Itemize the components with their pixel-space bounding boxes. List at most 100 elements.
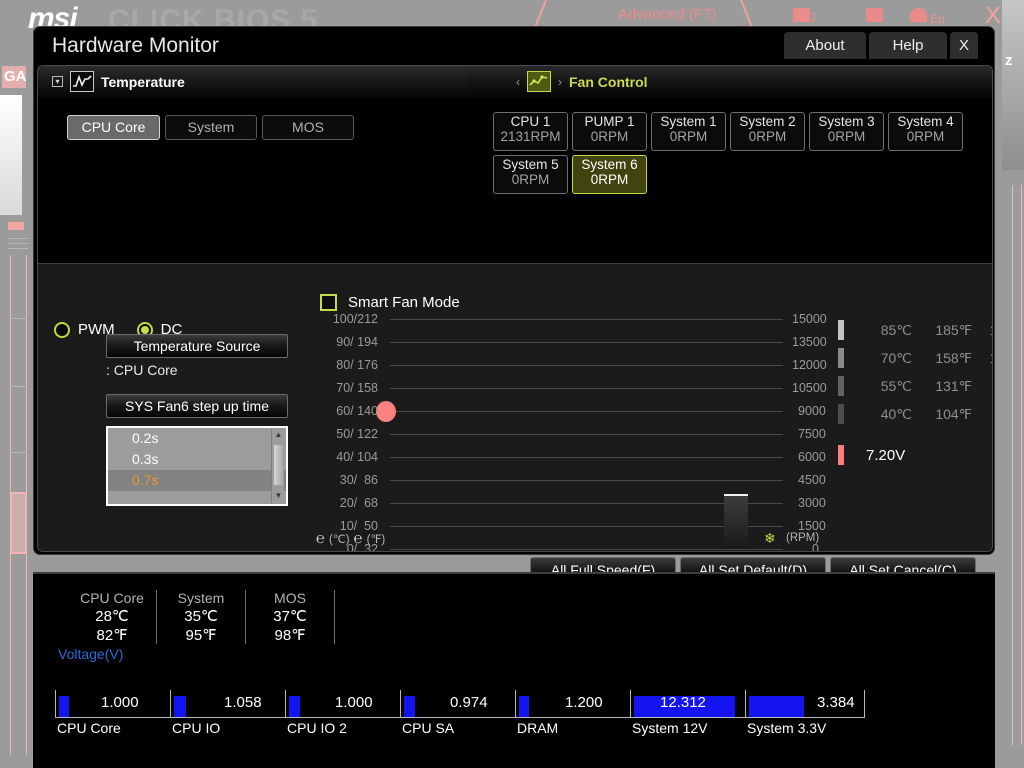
page-title: Hardware Monitor [52, 34, 219, 57]
temperature-source-button[interactable]: Temperature Source [106, 334, 288, 358]
voltage-bar [59, 696, 69, 717]
advanced-mode-label[interactable]: Advanced (F7) [618, 6, 716, 23]
help-button[interactable]: Help [869, 32, 947, 59]
fan-button-rpm: 0RPM [590, 129, 629, 144]
temp-readout-cpu-core: CPU Core 28℃ 82℉ [68, 590, 157, 644]
step-up-time-dropdown[interactable]: 0.2s 0.3s 0.7s ▲ ▼ [106, 426, 288, 506]
voltage-name: CPU Core [57, 720, 121, 736]
plot-area[interactable] [376, 319, 783, 551]
voltage-name: CPU IO 2 [287, 720, 347, 736]
legend-fahrenheit: 131℉ [935, 377, 972, 394]
dropdown-scrollbar[interactable]: ▲ ▼ [271, 429, 284, 503]
fan-button-system-5[interactable]: System 5 0RPM [493, 155, 568, 194]
legend-row: 70℃ 158℉ 10.80V [838, 344, 992, 372]
fan-curve-fill [724, 495, 748, 549]
legend-celsius: 85℃ [880, 321, 912, 338]
legend-voltage: 12.00V [972, 322, 992, 338]
fan-button-rpm: 2131RPM [500, 129, 561, 144]
thermometer-fahrenheit-icon: ℮ [353, 530, 363, 547]
temperature-axis-legend: ℮ (℃) ℮ (℉) [316, 530, 385, 547]
temp-readout-celsius: 35℃ [184, 608, 218, 625]
fan-button-pump-1[interactable]: PUMP 1 0RPM [572, 112, 647, 151]
collapse-icon[interactable]: ▾ [52, 76, 63, 87]
fan-button-system-3[interactable]: System 3 0RPM [809, 112, 884, 151]
legend-fahrenheit: 158℉ [935, 349, 972, 366]
voltage-name: CPU SA [402, 720, 455, 736]
fan-button-cpu-1[interactable]: CPU 1 2131RPM [493, 112, 568, 151]
about-button[interactable]: About [784, 32, 866, 59]
temp-readout-celsius: 37℃ [273, 608, 307, 625]
fan-button-rpm: 0RPM [511, 172, 550, 187]
temp-readout-fahrenheit: 98℉ [274, 627, 306, 644]
voltage-bar [519, 696, 529, 717]
legend-color-swatch [838, 404, 844, 424]
fan-button-system-1[interactable]: System 1 0RPM [651, 112, 726, 151]
voltage-bar [749, 696, 804, 717]
voltage-legend: 85℃ 185℉ 12.00V 70℃ 158℉ 10.80V 55℃ 131℉ [838, 316, 992, 465]
panel-headers: ▾ Temperature ‹ › Fan Control [38, 66, 992, 98]
voltage-name: CPU IO [172, 720, 221, 736]
legend-color-swatch [838, 320, 844, 340]
fan-button-name: System 4 [897, 114, 954, 129]
legend-row: 55℃ 131℉ 8.40V [838, 372, 992, 400]
fahrenheit-unit-label: (℉) [366, 533, 386, 546]
bios-sidebar-badge: GA [2, 66, 27, 88]
fan-button-name: System 6 [581, 157, 638, 172]
smart-fan-mode-toggle[interactable]: Smart Fan Mode [320, 294, 460, 311]
scrollbar-thumb[interactable] [274, 445, 283, 485]
fan-button-rpm: 0RPM [827, 129, 866, 144]
tab-system[interactable]: System [165, 115, 257, 140]
fan-control-header-label: Fan Control [569, 73, 648, 90]
dropdown-option-1[interactable]: 0.3s [108, 449, 286, 470]
legend-fahrenheit: 185℉ [935, 321, 972, 338]
temp-readout-system: System 35℃ 95℉ [157, 590, 246, 644]
checkbox-icon[interactable] [320, 294, 337, 311]
tab-cpu-core[interactable]: CPU Core [67, 115, 160, 140]
chevron-right-icon[interactable]: › [558, 75, 562, 89]
temp-readout-name: System [177, 590, 225, 606]
legend-fahrenheit: 104℉ [935, 405, 972, 422]
scroll-up-icon[interactable]: ▲ [274, 430, 283, 439]
fan-curve-graph: Smart Fan Mode 100/212 90/ 194 80/ 176 7… [306, 264, 992, 551]
monitor-icon [866, 8, 883, 22]
temp-readout-name: CPU Core [80, 590, 144, 606]
legend-color-swatch [838, 376, 844, 396]
chevron-left-icon[interactable]: ‹ [516, 75, 520, 89]
temperature-source-value: : CPU Core [106, 362, 178, 378]
fan-button-name: System 1 [660, 114, 717, 129]
temperature-header-label: Temperature [101, 73, 185, 90]
smart-fan-mode-label: Smart Fan Mode [348, 294, 460, 311]
step-up-time-button[interactable]: SYS Fan6 step up time [106, 394, 288, 418]
temperature-marker[interactable] [376, 401, 396, 422]
voltage-name: DRAM [517, 720, 559, 736]
fan-button-name: PUMP 1 [584, 114, 635, 129]
hardware-monitor-dialog: Hardware Monitor About Help X ▾ Temperat… [33, 26, 995, 555]
fan-button-rpm: 0RPM [906, 129, 945, 144]
fan-icon: ❄ [764, 530, 776, 546]
fan-button-name: System 2 [739, 114, 796, 129]
fan-button-system-2[interactable]: System 2 0RPM [730, 112, 805, 151]
temp-readout-mos: MOS 37℃ 98℉ [246, 590, 335, 644]
voltage-name: System 12V [632, 720, 708, 736]
dropdown-option-2[interactable]: 0.7s [108, 470, 286, 491]
voltage-name: System 3.3V [747, 720, 827, 736]
temperature-readouts: CPU Core 28℃ 82℉ System 35℃ 95℉ MOS 37℃ … [68, 590, 335, 644]
voltage-value: 1.200 [565, 694, 603, 711]
fan-button-system-6[interactable]: System 6 0RPM [572, 155, 647, 194]
dialog-titlebar: Hardware Monitor About Help X [34, 27, 994, 65]
fan-curve-line [724, 494, 748, 496]
voltage-value: 0.974 [450, 694, 488, 711]
scroll-down-icon[interactable]: ▼ [274, 491, 283, 500]
legend-active-value: 7.20V [866, 446, 906, 464]
legend-voltage: 10.80V [972, 350, 992, 366]
legend-row: 85℃ 185℉ 12.00V [838, 316, 992, 344]
tab-mos[interactable]: MOS [262, 115, 354, 140]
status-bar: CPU Core 28℃ 82℉ System 35℃ 95℉ MOS 37℃ … [33, 572, 995, 768]
dropdown-option-0[interactable]: 0.2s [108, 428, 286, 449]
fan-button-system-4[interactable]: System 4 0RPM [888, 112, 963, 151]
f12-label: : F12 [790, 10, 818, 24]
close-button[interactable]: X [950, 32, 978, 59]
voltage-bar [289, 696, 300, 717]
fan-button-name: System 3 [818, 114, 875, 129]
voltage-section-title: Voltage(V) [58, 646, 124, 662]
